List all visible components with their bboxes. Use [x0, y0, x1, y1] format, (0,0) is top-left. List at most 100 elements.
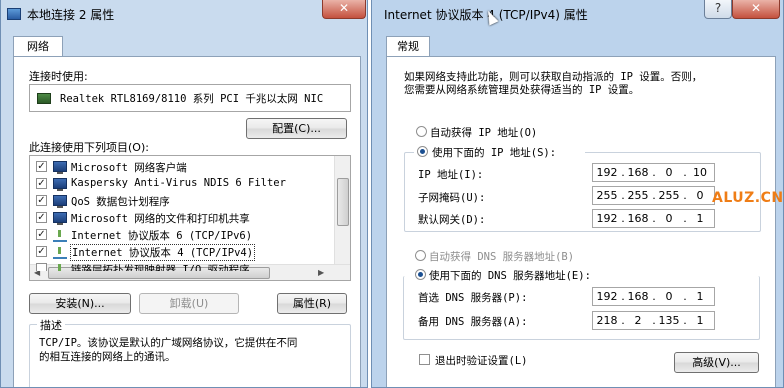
protocol-icon	[53, 246, 67, 259]
tab-general-label: 常规	[397, 40, 419, 53]
ip-octet: 0	[665, 166, 673, 179]
description-text-line1: TCP/IP。该协议是默认的广域网络协议，它提供在不同	[39, 337, 298, 349]
ip-octet: 0	[696, 189, 704, 202]
default-gateway-label: 默认网关(D):	[418, 214, 486, 226]
item-label: Internet 协议版本 4 (TCP/IPv4)	[69, 244, 256, 261]
description-text-line2: 的相互连接的网络上的通讯。	[39, 351, 176, 363]
title-bar[interactable]: Internet 协议版本 4 (TCP/IPv4) 属性 ? ✕	[372, 0, 783, 28]
ip-octet: 0	[665, 212, 673, 225]
ip-octet: 192	[596, 290, 618, 303]
filter-icon	[53, 178, 67, 191]
list-item[interactable]: ✓ Microsoft 网络的文件和打印机共享	[30, 210, 335, 226]
items-label: 此连接使用下列项目(O):	[29, 141, 149, 154]
adapter-name: Realtek RTL8169/8110 系列 PCI 千兆以太网 NIC	[60, 93, 324, 105]
ip-octet: 218	[596, 314, 618, 327]
advanced-button[interactable]: 高级(V)...	[674, 352, 759, 373]
properties-button[interactable]: 属性(R)	[277, 293, 347, 314]
auto-dns-label[interactable]: 自动获得 DNS 服务器地址(B)	[429, 249, 574, 264]
subnet-mask-label: 子网掩码(U):	[418, 192, 486, 204]
list-item[interactable]: 链路层拓扑发现映射器 I/O 驱动程序	[30, 261, 335, 271]
install-button[interactable]: 安装(N)...	[29, 293, 131, 314]
configure-button[interactable]: 配置(C)...	[246, 118, 347, 139]
network-adapter-icon	[37, 93, 51, 104]
item-checkbox[interactable]: ✓	[36, 246, 47, 257]
ip-octet: 168	[627, 290, 649, 303]
item-label: Microsoft 网络客户端	[71, 162, 187, 174]
manual-dns-group	[403, 276, 760, 340]
protocol-icon	[53, 229, 67, 242]
list-item[interactable]: ✓ Kaspersky Anti-Virus NDIS 6 Filter	[30, 176, 335, 192]
auto-dns-radio[interactable]	[415, 250, 426, 261]
preferred-dns-field[interactable]: 192 . 168 . 0 . 1	[592, 287, 715, 306]
tab-network[interactable]: 网络	[13, 36, 63, 57]
protocol-icon	[53, 263, 67, 271]
description-label: 描述	[37, 317, 65, 333]
manual-ip-legend: 使用下面的 IP 地址(S):	[414, 144, 585, 160]
network-client-icon	[53, 161, 67, 174]
default-gateway-field[interactable]: 192 . 168 . 0 . 1	[592, 209, 715, 228]
item-label: Internet 协议版本 6 (TCP/IPv6)	[71, 230, 253, 242]
list-item-selected[interactable]: ✓ Internet 协议版本 4 (TCP/IPv4)	[30, 244, 335, 261]
connection-properties-window: 本地连接 2 属性 ✕ 网络 连接时使用: Realtek RTL8169/81…	[0, 0, 368, 388]
manual-ip-label[interactable]: 使用下面的 IP 地址(S):	[432, 145, 556, 160]
validate-checkbox[interactable]	[419, 354, 430, 365]
file-share-icon	[53, 212, 67, 225]
alternate-dns-label: 备用 DNS 服务器(A):	[418, 316, 528, 328]
help-icon: ?	[714, 1, 722, 15]
manual-ip-radio[interactable]	[417, 146, 428, 157]
watermark-text: ALUZ.CN	[712, 190, 784, 206]
item-checkbox[interactable]: ✓	[36, 229, 47, 240]
ip-octet: 192	[596, 166, 618, 179]
intro-line2: 您需要从网络系统管理员处获得适当的 IP 设置。	[404, 84, 640, 96]
ip-octet: 1	[696, 314, 704, 327]
ip-address-label: IP 地址(I):	[418, 169, 484, 181]
ip-octet: 2	[634, 314, 642, 327]
preferred-dns-label: 首选 DNS 服务器(P):	[418, 292, 528, 304]
close-button[interactable]: ✕	[732, 0, 780, 19]
ip-octet: 10	[693, 166, 707, 179]
auto-ip-radio[interactable]	[416, 126, 427, 137]
ip-octet: 192	[596, 212, 618, 225]
item-label: Kaspersky Anti-Virus NDIS 6 Filter	[71, 177, 286, 189]
validate-label[interactable]: 退出时验证设置(L)	[435, 353, 527, 368]
scroll-thumb[interactable]	[337, 178, 349, 226]
title-bar[interactable]: 本地连接 2 属性 ✕	[1, 0, 367, 28]
ip-octet: 168	[627, 212, 649, 225]
ip-octet: 1	[696, 212, 704, 225]
ip-octet: 1	[696, 290, 704, 303]
items-list[interactable]: ◀ ▶ ✓ Microsoft 网络客户端 ✓ Kaspersky Anti-V…	[29, 155, 351, 281]
item-checkbox[interactable]: ✓	[36, 195, 47, 206]
ip-octet: 255	[627, 189, 649, 202]
ip-octet: 255	[658, 189, 680, 202]
alternate-dns-field[interactable]: 218 . 2 . 135 . 1	[592, 311, 715, 330]
uninstall-button[interactable]: 卸载(U)	[139, 293, 239, 314]
item-checkbox[interactable]: ✓	[36, 212, 47, 223]
window-title: 本地连接 2 属性	[27, 8, 115, 22]
description-group: 描述 TCP/IP。该协议是默认的广域网络协议，它提供在不同 的相互连接的网络上…	[29, 317, 351, 387]
auto-ip-label[interactable]: 自动获得 IP 地址(O)	[430, 125, 537, 140]
item-label: QoS 数据包计划程序	[71, 196, 170, 208]
tab-network-label: 网络	[27, 40, 49, 53]
list-item[interactable]: ✓ QoS 数据包计划程序	[30, 193, 335, 209]
close-icon: ✕	[338, 1, 350, 15]
qos-icon	[53, 195, 67, 208]
network-tab-panel: 连接时使用: Realtek RTL8169/8110 系列 PCI 千兆以太网…	[13, 56, 361, 387]
connect-using-label: 连接时使用:	[29, 70, 88, 83]
ip-address-field[interactable]: 192 . 168 . 0 . 10	[592, 163, 715, 182]
item-checkbox[interactable]: ✓	[36, 178, 47, 189]
item-label: Microsoft 网络的文件和打印机共享	[71, 213, 250, 225]
subnet-mask-field[interactable]: 255 . 255 . 255 . 0	[592, 186, 715, 205]
item-checkbox[interactable]	[36, 263, 47, 271]
close-icon: ✕	[750, 1, 762, 15]
vertical-scrollbar[interactable]	[334, 156, 350, 264]
help-button[interactable]: ?	[704, 0, 732, 19]
list-item[interactable]: ✓ Microsoft 网络客户端	[30, 159, 335, 175]
ip-octet: 0	[665, 290, 673, 303]
item-checkbox[interactable]: ✓	[36, 161, 47, 172]
close-button[interactable]: ✕	[322, 0, 366, 19]
ip-octet: 255	[596, 189, 618, 202]
ip-octet: 168	[627, 166, 649, 179]
adapter-box: Realtek RTL8169/8110 系列 PCI 千兆以太网 NIC	[29, 84, 351, 112]
list-item[interactable]: ✓ Internet 协议版本 6 (TCP/IPv6)	[30, 227, 335, 243]
tab-general[interactable]: 常规	[386, 36, 430, 57]
